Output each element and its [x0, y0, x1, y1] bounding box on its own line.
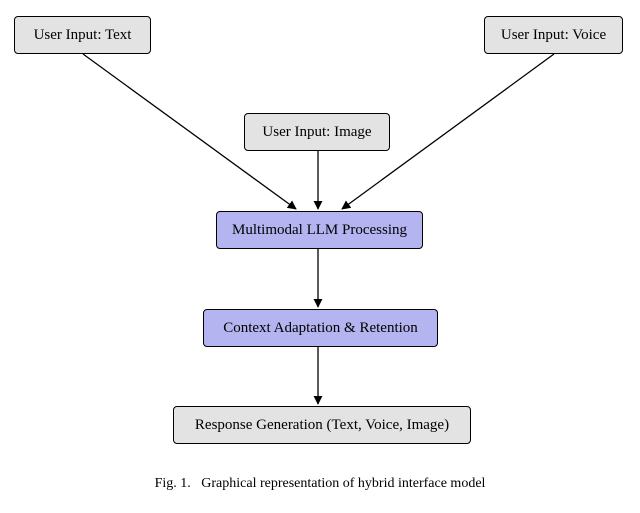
node-label: Multimodal LLM Processing	[232, 221, 407, 239]
node-label: User Input: Voice	[501, 26, 606, 44]
caption-text: Graphical representation of hybrid inter…	[201, 476, 485, 491]
node-label: User Input: Text	[34, 26, 132, 44]
node-context-adaptation: Context Adaptation & Retention	[203, 309, 438, 347]
caption-prefix: Fig. 1.	[155, 476, 191, 491]
figure-caption: Fig. 1. Graphical representation of hybr…	[0, 476, 640, 492]
node-response-generation: Response Generation (Text, Voice, Image)	[173, 406, 471, 444]
node-user-input-image: User Input: Image	[244, 113, 390, 151]
node-user-input-text: User Input: Text	[14, 16, 151, 54]
node-user-input-voice: User Input: Voice	[484, 16, 623, 54]
node-label: Context Adaptation & Retention	[223, 319, 418, 337]
node-multimodal-processing: Multimodal LLM Processing	[216, 211, 423, 249]
node-label: User Input: Image	[262, 123, 371, 141]
diagram-canvas: User Input: Text User Input: Voice User …	[0, 0, 640, 513]
node-label: Response Generation (Text, Voice, Image)	[195, 416, 449, 434]
